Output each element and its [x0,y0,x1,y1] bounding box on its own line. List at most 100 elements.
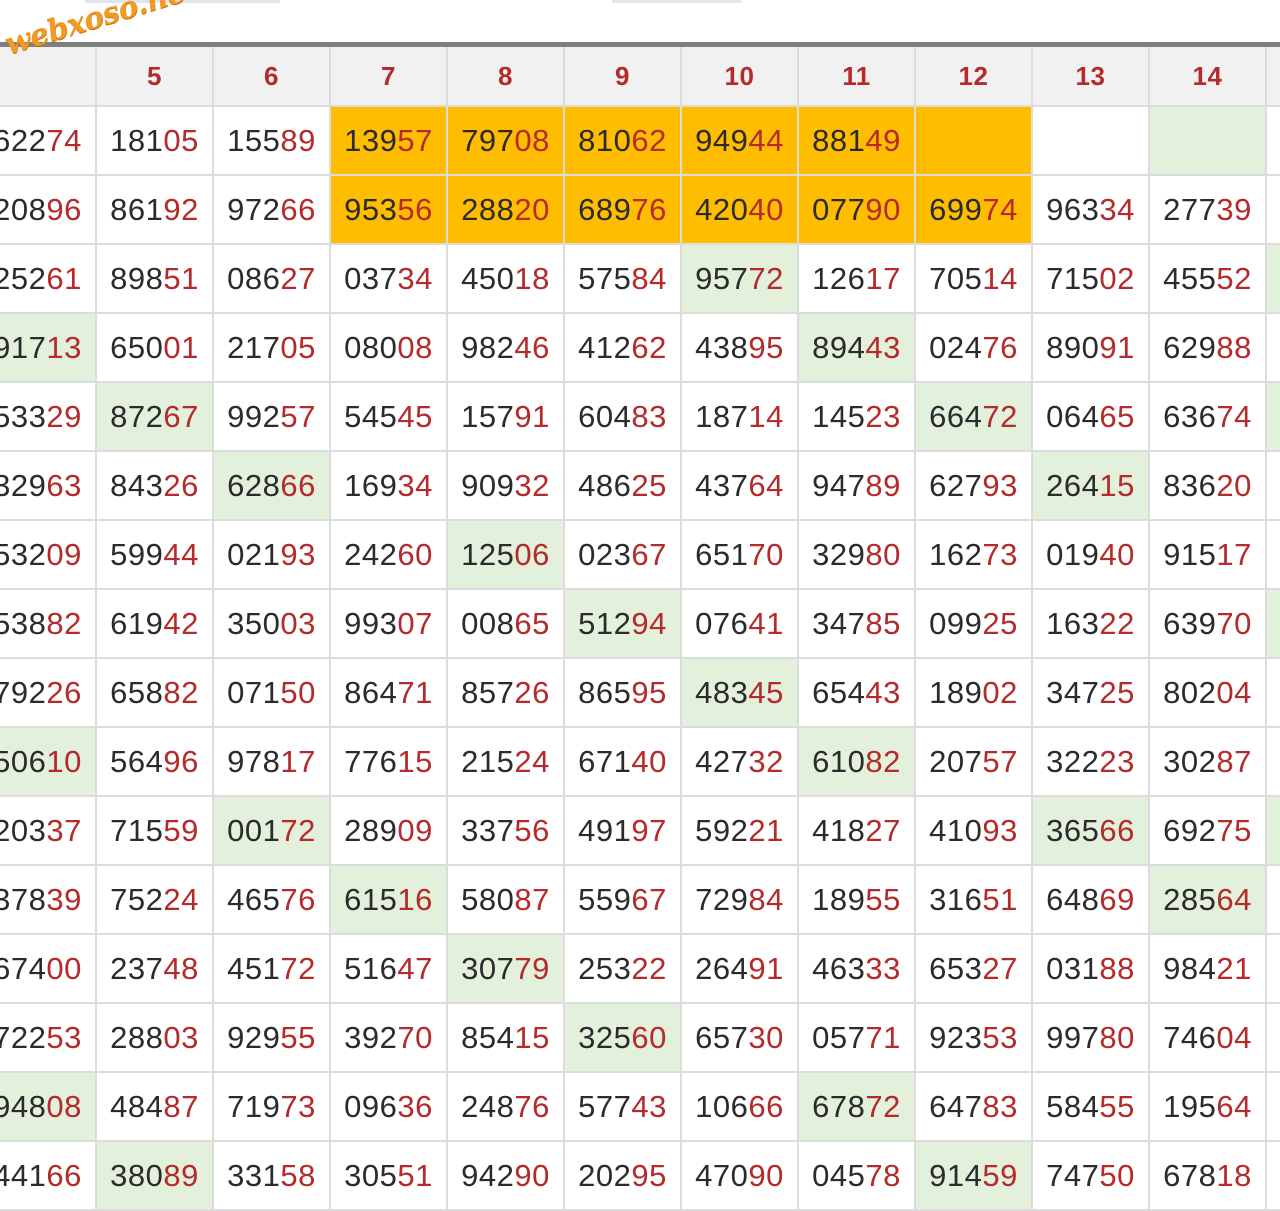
number-head: 972 [227,191,281,227]
number-tail: 17 [1216,536,1252,572]
number-tail: 76 [514,1088,550,1124]
number-head: 872 [110,398,164,434]
number-tail: 14 [748,398,784,434]
number-tail: 61 [46,260,82,296]
number-tail: 43 [865,329,901,365]
number-tail: 14 [982,260,1018,296]
result-cell: 947 89 [799,452,916,521]
number-tail: 93 [982,812,1018,848]
number-tail: 78 [865,1157,901,1193]
result-cell: 163 22 [1033,590,1150,659]
number-tail: 73 [280,1088,316,1124]
number-head: 099 [929,605,983,641]
number-head: 380 [110,1157,164,1193]
number-tail: 43 [631,1088,667,1124]
result-cell: 577 43 [565,1073,682,1142]
edge-stub [1267,245,1280,314]
number-tail: 49 [865,122,901,158]
number-head: 909 [461,467,515,503]
number-head: 264 [1046,467,1100,503]
number-head: 289 [344,812,398,848]
result-cell: 380 89 [97,1142,214,1211]
number-tail: 34 [397,260,433,296]
number-head: 162 [929,536,983,572]
number-tail: 83 [631,398,667,434]
number-head: 106 [695,1088,749,1124]
result-cell: 024 76 [916,314,1033,383]
number-tail: 34 [1099,191,1135,227]
number-tail: 37 [46,812,82,848]
number-tail: 82 [46,605,82,641]
number-tail: 75 [1216,812,1252,848]
result-cell: 984 21 [1150,935,1267,1004]
number-tail: 22 [631,950,667,986]
result-cell: 872 67 [97,383,214,452]
result-cell: 096 36 [331,1073,448,1142]
number-tail: 73 [982,536,1018,572]
number-tail: 20 [1216,467,1252,503]
number-head: 923 [929,1019,983,1055]
number-head: 163 [1046,605,1100,641]
result-cell: 106 66 [682,1073,799,1142]
number-tail: 66 [46,1157,82,1193]
result-cell: 654 43 [799,659,916,728]
number-tail: 39 [1216,191,1252,227]
top-tab-right[interactable] [612,0,742,3]
number-tail: 66 [280,467,316,503]
number-head: 506 [0,743,47,779]
number-head: 365 [1046,812,1100,848]
number-tail: 84 [631,260,667,296]
number-head: 412 [578,329,632,365]
number-tail: 02 [1099,260,1135,296]
number-tail: 26 [163,467,199,503]
number-tail: 45 [397,398,433,434]
number-head: 651 [695,536,749,572]
number-tail: 45 [748,674,784,710]
number-head: 957 [695,260,749,296]
number-tail: 93 [982,467,1018,503]
number-tail: 32 [748,743,784,779]
edge-stub [1267,659,1280,728]
result-cell: 491 97 [565,797,682,866]
number-head: 636 [1163,398,1217,434]
number-head: 865 [578,674,632,710]
number-tail: 55 [865,881,901,917]
result-cell: 021 93 [214,521,331,590]
result-cell: 559 67 [565,866,682,935]
number-tail: 06 [514,536,550,572]
result-cell: 629 88 [1150,314,1267,383]
column-header: 10 [682,47,799,107]
number-tail: 51 [163,260,199,296]
number-head: 861 [110,191,164,227]
edge-stub [1267,176,1280,245]
result-cell: 580 87 [448,866,565,935]
number-tail: 55 [1099,1088,1135,1124]
edge-stub [1267,1004,1280,1073]
number-head: 949 [695,122,749,158]
number-head: 898 [110,260,164,296]
number-tail: 39 [46,881,82,917]
result-cell: 963 34 [1033,176,1150,245]
number-head: 978 [227,743,281,779]
number-tail: 40 [631,743,667,779]
number-tail: 18 [514,260,550,296]
number-tail: 66 [280,191,316,227]
number-tail: 09 [46,536,82,572]
number-head: 484 [110,1088,164,1124]
number-tail: 48 [163,950,199,986]
result-cell: 37839 [0,866,97,935]
number-head: 217 [227,329,281,365]
result-cell: 157 91 [448,383,565,452]
result-cell: 671 40 [565,728,682,797]
result-cell: 699 74 [916,176,1033,245]
result-cell: 32963 [0,452,97,521]
number-tail: 70 [397,1019,433,1055]
number-tail: 87 [1216,743,1252,779]
number-head: 420 [695,191,749,227]
result-cell: 465 76 [214,866,331,935]
result-cell: 25261 [0,245,97,314]
number-head: 491 [578,812,632,848]
number-tail: 69 [1099,881,1135,917]
number-tail: 59 [982,1157,1018,1193]
number-head: 237 [110,950,164,986]
